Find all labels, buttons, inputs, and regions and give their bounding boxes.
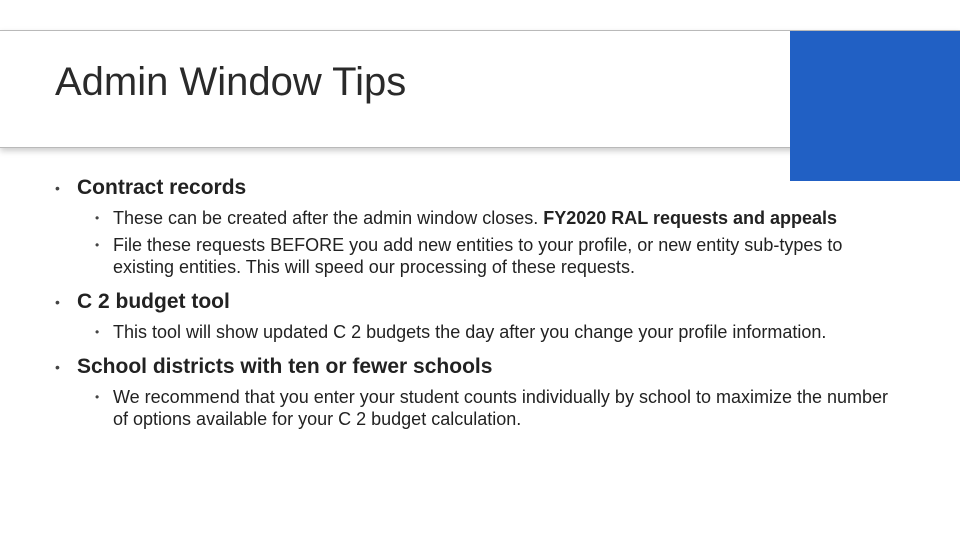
list-item: • We recommend that you enter your stude… bbox=[95, 386, 905, 431]
section-contract-records: • Contract records • These can be create… bbox=[55, 175, 905, 279]
list-item-text: File these requests BEFORE you add new e… bbox=[113, 234, 905, 279]
section-heading: C 2 budget tool bbox=[77, 289, 905, 315]
header-accent bbox=[790, 31, 960, 181]
bullet-icon: • bbox=[95, 234, 113, 279]
bullet-icon: • bbox=[95, 321, 113, 344]
list-item-text: We recommend that you enter your student… bbox=[113, 386, 905, 431]
slide-content: • Contract records • These can be create… bbox=[55, 175, 905, 441]
bullet-list: • Contract records • These can be create… bbox=[55, 175, 905, 431]
slide-title: Admin Window Tips bbox=[55, 60, 406, 105]
list-item-text: This tool will show updated C 2 budgets … bbox=[113, 321, 905, 344]
list-item: • These can be created after the admin w… bbox=[95, 207, 905, 230]
list-item: • File these requests BEFORE you add new… bbox=[95, 234, 905, 279]
bullet-icon: • bbox=[95, 386, 113, 431]
section-heading: School districts with ten or fewer schoo… bbox=[77, 354, 905, 380]
sub-list: • This tool will show updated C 2 budget… bbox=[95, 321, 905, 344]
sub-list: • These can be created after the admin w… bbox=[95, 207, 905, 279]
slide: Admin Window Tips • Contract records • T… bbox=[0, 0, 960, 540]
bullet-icon: • bbox=[55, 175, 77, 201]
bullet-icon: • bbox=[55, 354, 77, 380]
list-item-text: These can be created after the admin win… bbox=[113, 207, 905, 230]
bullet-icon: • bbox=[55, 289, 77, 315]
bullet-icon: • bbox=[95, 207, 113, 230]
section-heading: Contract records bbox=[77, 175, 905, 201]
section-c2-budget-tool: • C 2 budget tool • This tool will show … bbox=[55, 289, 905, 344]
sub-list: • We recommend that you enter your stude… bbox=[95, 386, 905, 431]
list-item: • This tool will show updated C 2 budget… bbox=[95, 321, 905, 344]
section-school-districts: • School districts with ten or fewer sch… bbox=[55, 354, 905, 431]
